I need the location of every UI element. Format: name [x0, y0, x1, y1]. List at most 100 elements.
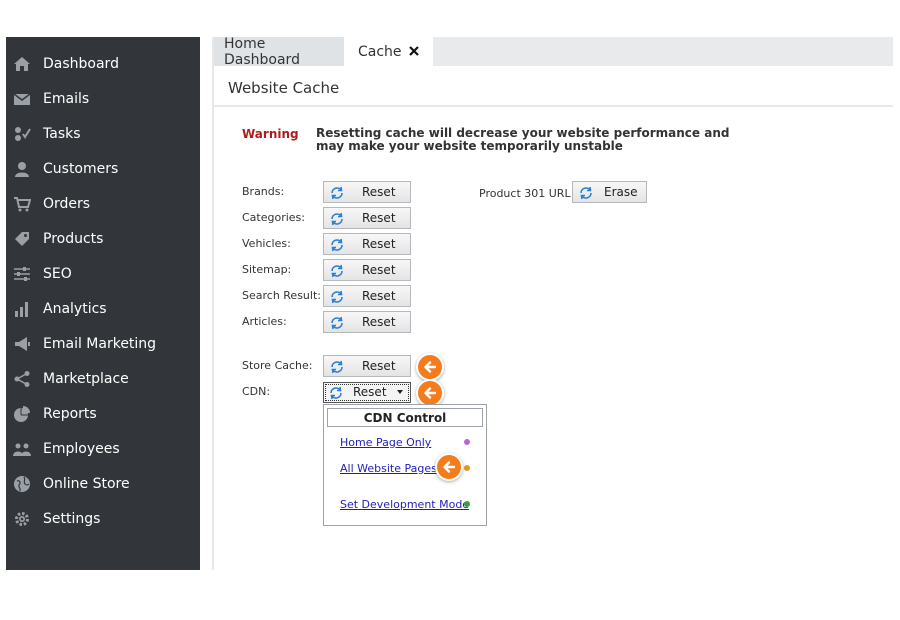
- sliders-icon: [13, 265, 31, 283]
- store-cache-reset-button[interactable]: Reset: [323, 355, 411, 377]
- gear-icon: [13, 510, 31, 528]
- status-dot: [464, 465, 470, 471]
- tag-icon: [13, 230, 31, 248]
- sidebar-item-label: Orders: [43, 196, 91, 212]
- articles-label: Articles:: [242, 315, 287, 328]
- button-label: Reset: [362, 315, 396, 329]
- sidebar-item-label: Email Marketing: [43, 336, 157, 352]
- tab-home-dashboard[interactable]: Home Dashboard: [214, 35, 344, 68]
- cart-icon: [13, 195, 31, 213]
- status-dot: [464, 501, 470, 507]
- brands-label: Brands:: [242, 185, 285, 198]
- sidebar-item-orders[interactable]: Orders: [6, 189, 200, 219]
- megaphone-icon: [13, 335, 31, 353]
- refresh-icon: [331, 212, 343, 226]
- warning-label: Warning: [242, 127, 299, 141]
- tab-bar: Home Dashboard Cache: [214, 35, 893, 68]
- refresh-icon: [331, 186, 343, 200]
- main-panel: Home Dashboard Cache Website Cache Warni…: [212, 35, 893, 570]
- tab-label: Cache: [358, 43, 402, 60]
- sidebar-item-employees[interactable]: Employees: [6, 434, 200, 464]
- sidebar-item-label: Analytics: [43, 301, 107, 317]
- sidebar-item-products[interactable]: Products: [6, 224, 200, 254]
- vehicles-reset-button[interactable]: Reset: [323, 233, 411, 255]
- cdn-reset-dropdown[interactable]: Reset: [323, 382, 411, 403]
- sidebar-item-label: Dashboard: [43, 56, 119, 72]
- store-cache-label: Store Cache:: [242, 359, 313, 372]
- warning-text: Resetting cache will decrease your websi…: [316, 126, 730, 153]
- menu-item-home-page-only[interactable]: Home Page Only: [340, 436, 431, 449]
- menu-item-all-website-pages[interactable]: All Website Pages: [340, 462, 437, 475]
- sidebar-item-emails[interactable]: Emails: [6, 84, 200, 114]
- sidebar-item-label: Tasks: [43, 126, 81, 142]
- users-icon: [13, 440, 31, 458]
- search-result-label: Search Result:: [242, 289, 321, 302]
- search-result-reset-button[interactable]: Reset: [323, 285, 411, 307]
- refresh-icon: [331, 238, 343, 252]
- categories-label: Categories:: [242, 211, 305, 224]
- sidebar: Dashboard Emails Tasks Customers Orders …: [6, 37, 200, 570]
- articles-reset-button[interactable]: Reset: [323, 311, 411, 333]
- bar-chart-icon: [13, 300, 31, 318]
- sitemap-label: Sitemap:: [242, 263, 292, 276]
- menu-title: CDN Control: [327, 408, 483, 427]
- sitemap-reset-button[interactable]: Reset: [323, 259, 411, 281]
- sidebar-item-label: Emails: [43, 91, 90, 107]
- product-301-url-label: Product 301 URL: [479, 187, 571, 200]
- user-icon: [13, 160, 31, 178]
- brands-reset-button[interactable]: Reset: [323, 181, 411, 203]
- button-label: Erase: [604, 185, 638, 199]
- refresh-icon: [331, 290, 343, 304]
- pie-chart-icon: [13, 405, 31, 423]
- share-icon: [13, 370, 31, 388]
- categories-reset-button[interactable]: Reset: [323, 207, 411, 229]
- menu-item-set-development-mode[interactable]: Set Development Mode: [340, 498, 469, 511]
- sidebar-item-label: Customers: [43, 161, 119, 177]
- tab-cache[interactable]: Cache: [344, 37, 433, 66]
- sidebar-item-label: Marketplace: [43, 371, 129, 387]
- sidebar-item-reports[interactable]: Reports: [6, 399, 200, 429]
- sidebar-item-label: Online Store: [43, 476, 130, 492]
- button-label: Reset: [362, 237, 396, 251]
- button-label: Reset: [362, 185, 396, 199]
- sidebar-item-seo[interactable]: SEO: [6, 259, 200, 289]
- button-label: Reset: [362, 211, 396, 225]
- sidebar-item-dashboard[interactable]: Dashboard: [6, 49, 200, 79]
- button-label: Reset: [362, 263, 396, 277]
- sidebar-item-label: SEO: [43, 266, 72, 282]
- callout-arrow-icon: [416, 379, 444, 407]
- sidebar-item-label: Employees: [43, 441, 120, 457]
- sidebar-item-customers[interactable]: Customers: [6, 154, 200, 184]
- sidebar-item-label: Products: [43, 231, 104, 247]
- home-icon: [13, 55, 31, 73]
- sidebar-item-label: Settings: [43, 511, 101, 527]
- sidebar-item-marketplace[interactable]: Marketplace: [6, 364, 200, 394]
- refresh-icon: [331, 264, 343, 278]
- refresh-icon: [580, 186, 592, 200]
- sidebar-item-analytics[interactable]: Analytics: [6, 294, 200, 324]
- globe-icon: [13, 475, 31, 493]
- sidebar-item-online-store[interactable]: Online Store: [6, 469, 200, 499]
- tasks-icon: [13, 125, 31, 143]
- sidebar-item-email-marketing[interactable]: Email Marketing: [6, 329, 200, 359]
- sidebar-item-tasks[interactable]: Tasks: [6, 119, 200, 149]
- vehicles-label: Vehicles:: [242, 237, 291, 250]
- refresh-icon: [331, 316, 343, 330]
- button-label: Reset: [362, 289, 396, 303]
- close-icon[interactable]: [406, 43, 422, 59]
- callout-arrow-icon: [435, 453, 463, 481]
- sidebar-item-label: Reports: [43, 406, 97, 422]
- refresh-icon: [330, 386, 342, 400]
- status-dot: [464, 439, 470, 445]
- sidebar-item-settings[interactable]: Settings: [6, 504, 200, 534]
- tab-label: Home Dashboard: [224, 35, 300, 68]
- caret-down-icon: [397, 390, 403, 394]
- product-301-erase-button[interactable]: Erase: [572, 181, 647, 203]
- refresh-icon: [331, 360, 343, 374]
- callout-arrow-icon: [416, 353, 444, 381]
- cdn-label: CDN:: [242, 385, 271, 398]
- button-label: Reset: [362, 359, 396, 373]
- envelope-icon: [13, 90, 31, 108]
- button-label: Reset: [353, 385, 387, 399]
- page-title: Website Cache: [228, 79, 340, 97]
